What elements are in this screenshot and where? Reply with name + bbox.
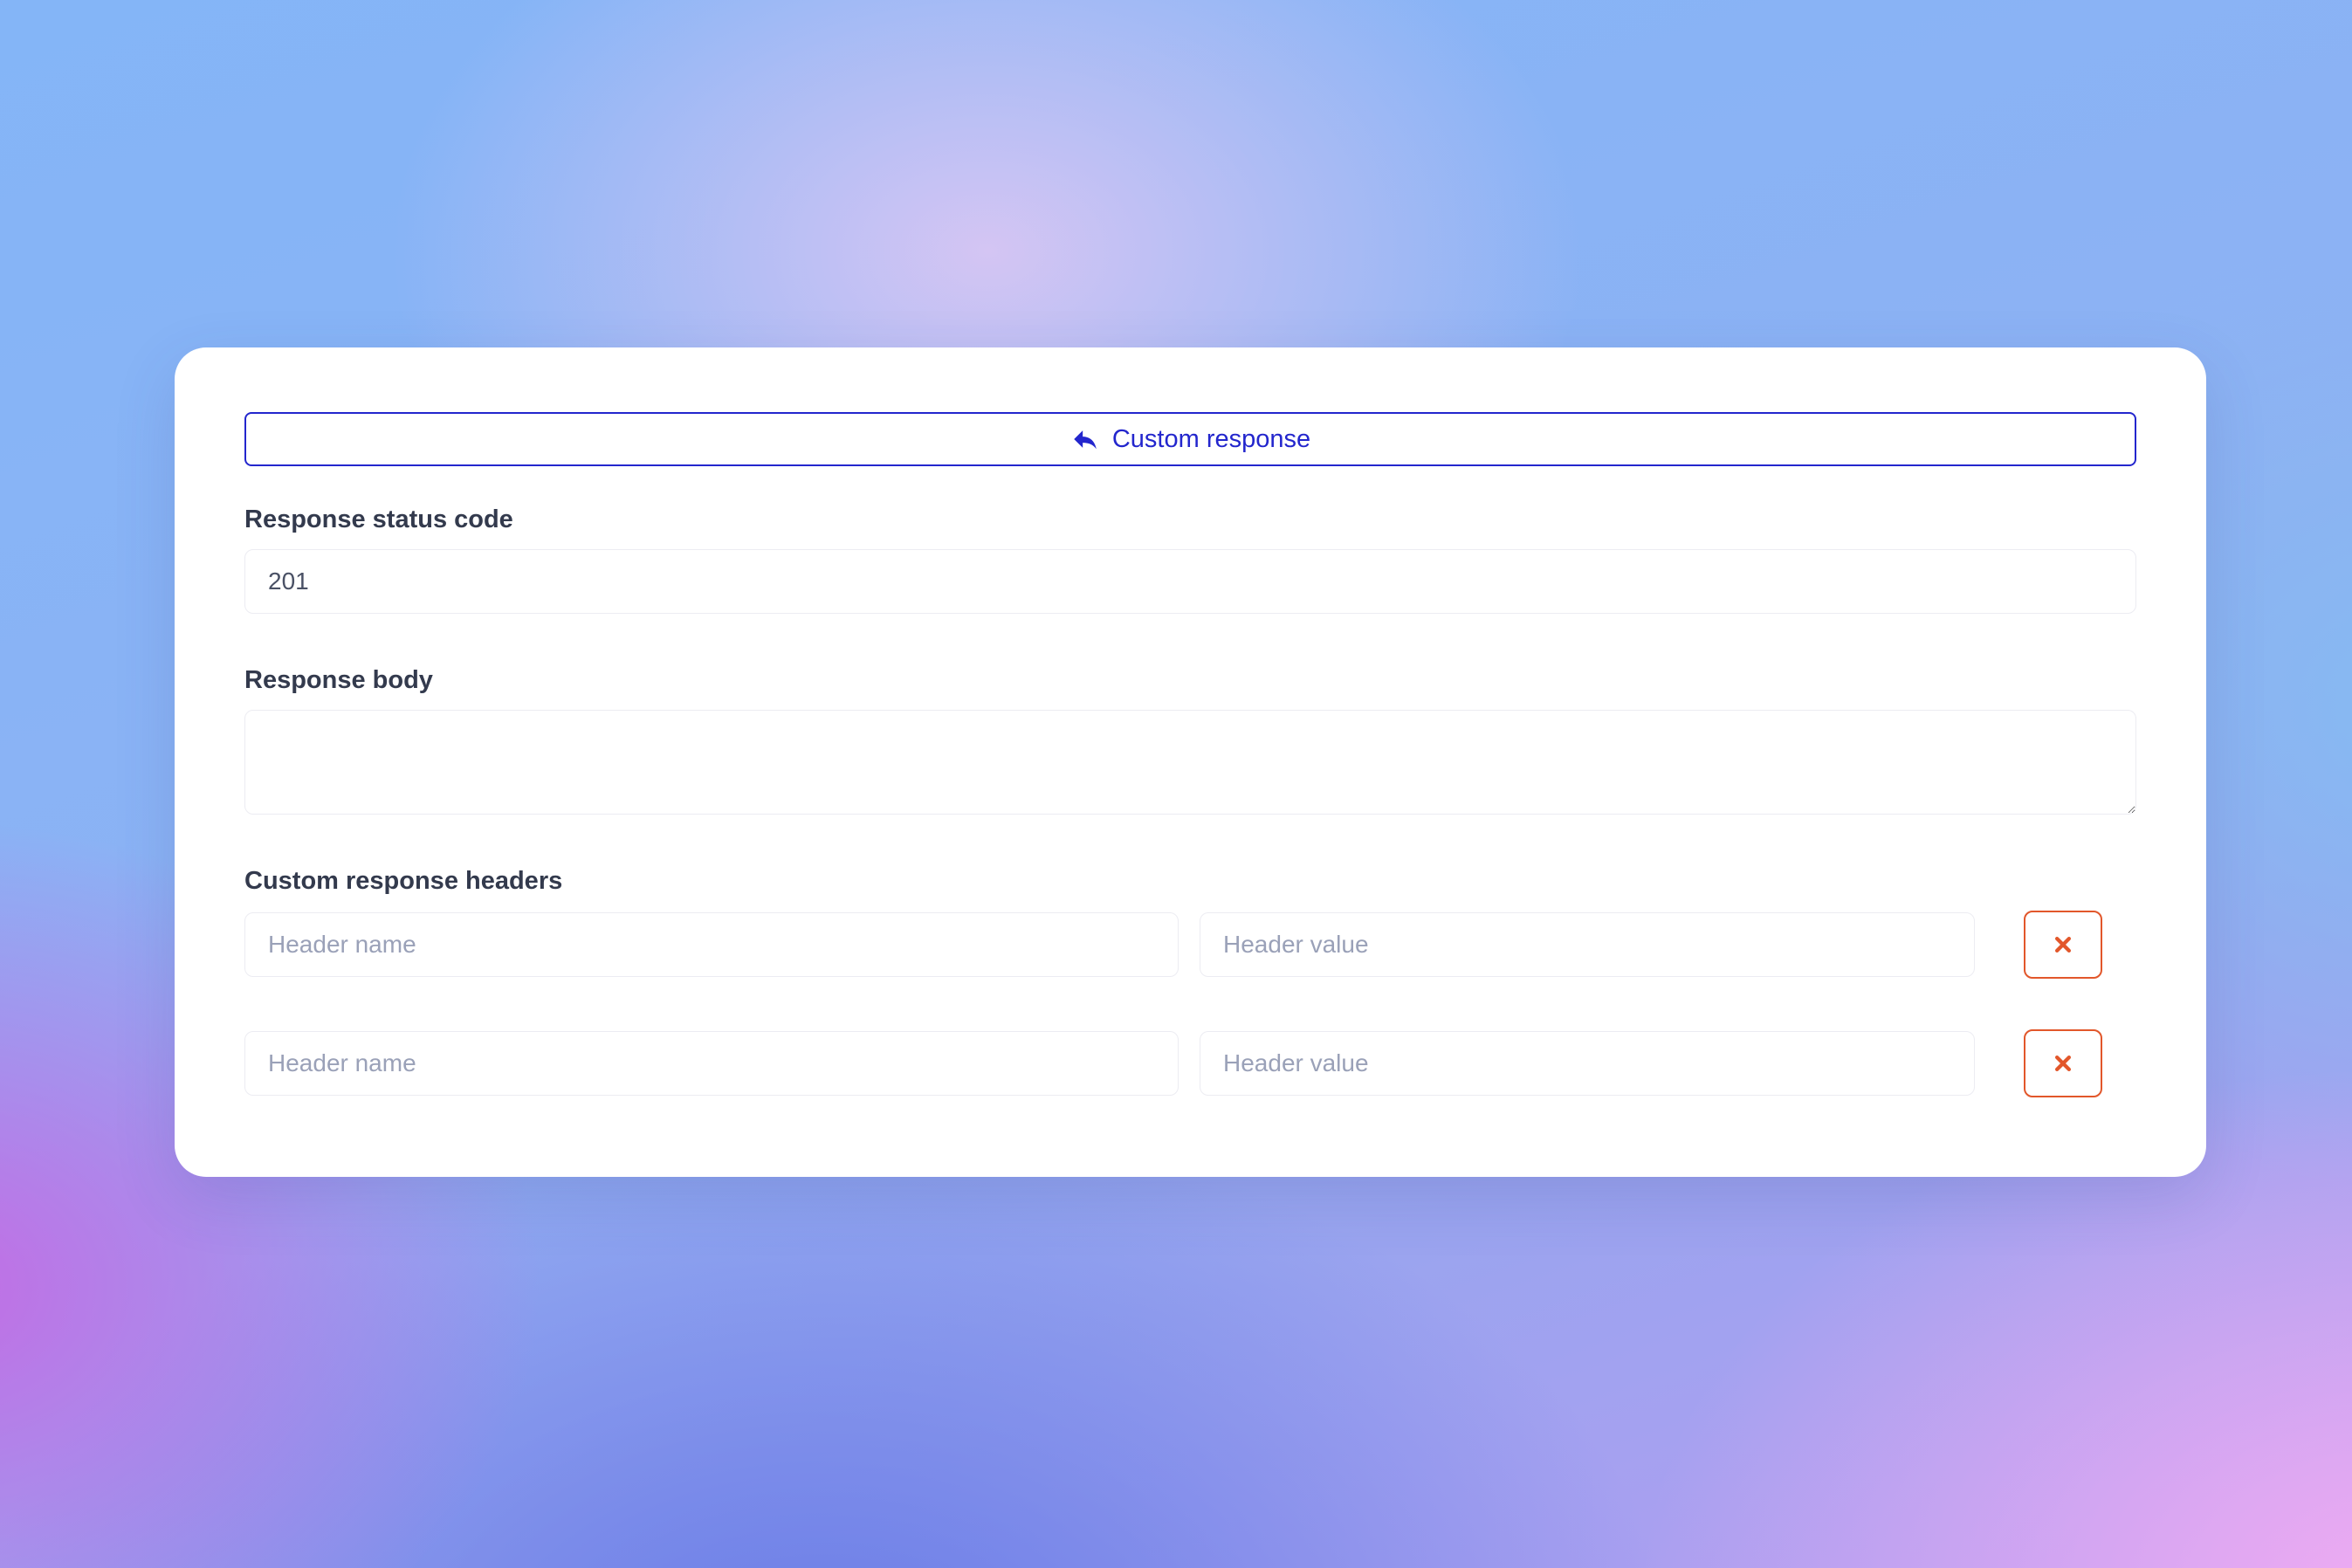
response-body-label: Response body [244, 664, 2136, 696]
header-row [244, 911, 2136, 979]
header-name-input[interactable] [244, 912, 1179, 977]
remove-header-button[interactable] [2024, 911, 2102, 979]
status-code-input[interactable] [244, 549, 2136, 614]
custom-response-button[interactable]: Custom response [244, 412, 2136, 466]
header-value-input[interactable] [1200, 912, 1975, 977]
custom-response-panel: Custom response Response status code Res… [175, 347, 2206, 1177]
status-code-label: Response status code [244, 504, 2136, 535]
close-icon [2050, 932, 2076, 958]
response-body-textarea[interactable] [244, 710, 2136, 815]
custom-response-button-label: Custom response [1112, 425, 1310, 454]
custom-headers-label: Custom response headers [244, 865, 2136, 897]
close-icon [2050, 1050, 2076, 1076]
header-row [244, 1029, 2136, 1097]
reply-icon [1070, 424, 1100, 454]
header-value-input[interactable] [1200, 1031, 1975, 1096]
header-name-input[interactable] [244, 1031, 1179, 1096]
page-background: Custom response Response status code Res… [0, 0, 2352, 1568]
remove-header-button[interactable] [2024, 1029, 2102, 1097]
